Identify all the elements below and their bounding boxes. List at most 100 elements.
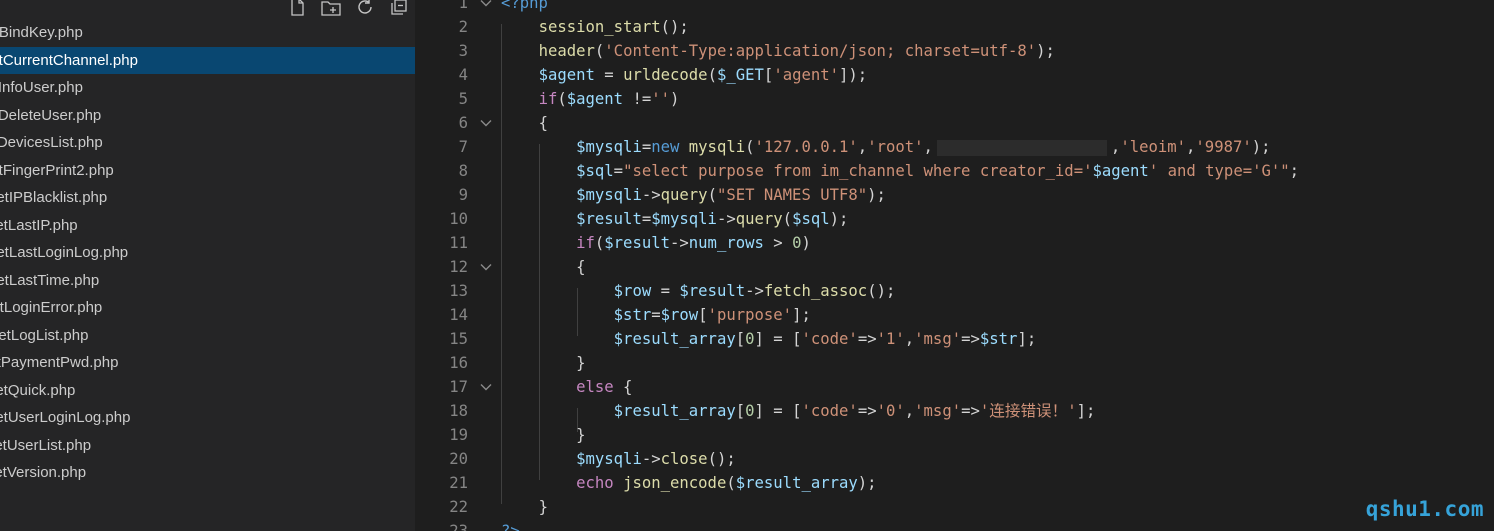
watermark: qshu1.com: [1365, 497, 1484, 521]
code-token: if: [538, 90, 558, 108]
file-name: getLoginError.php: [0, 299, 103, 316]
fold-chevron-icon[interactable]: [479, 375, 493, 399]
file-item[interactable]: getVersion.php: [0, 459, 415, 487]
code-token: $mysqli: [576, 186, 642, 204]
code-token: ->: [745, 282, 764, 300]
collapse-all-icon[interactable]: [387, 0, 411, 18]
file-item[interactable]: getQuick.php: [0, 377, 415, 405]
code-line[interactable]: 15 $result_array[0] = ['code'=>'1','msg'…: [415, 327, 1494, 351]
file-name: getQuick.php: [0, 381, 76, 399]
code-token: $agent: [566, 90, 624, 108]
code-text: $agent = urldecode($_GET['agent']);: [501, 63, 868, 87]
code-token: $_GET: [716, 66, 764, 84]
file-item[interactable]: getLastTime.php: [0, 267, 415, 295]
line-number: 19: [449, 426, 468, 444]
code-token: $result: [576, 210, 642, 228]
code-token: =: [651, 306, 661, 324]
code-token: '127.0.0.1': [754, 138, 858, 156]
line-number: 11: [449, 234, 468, 252]
code-line[interactable]: 9 $mysqli->query("SET NAMES UTF8");: [415, 183, 1494, 207]
code-token: (: [707, 66, 717, 84]
code-token: if: [576, 234, 595, 252]
code-text: }: [501, 495, 548, 519]
file-name: getUserLoginLog.php: [0, 409, 131, 426]
code-token: json_encode: [623, 474, 727, 492]
file-item[interactable]: getDeleteUser.php: [0, 102, 415, 130]
file-name: getUserList.php: [0, 436, 92, 454]
code-text: $mysqli->query("SET NAMES UTF8");: [501, 183, 886, 207]
code-line[interactable]: 12 {: [415, 255, 1494, 279]
code-line[interactable]: 11 if($result->num_rows > 0): [415, 231, 1494, 255]
code-line[interactable]: 2 session_start();: [415, 15, 1494, 39]
code-token: new: [651, 138, 680, 156]
fold-chevron-icon[interactable]: [479, 111, 493, 135]
new-folder-icon[interactable]: [319, 0, 343, 18]
file-item[interactable]: getPaymentPwd.php: [0, 349, 415, 377]
file-item[interactable]: getUserList.php: [0, 432, 415, 460]
file-item[interactable]: getFingerPrint2.php: [0, 157, 415, 185]
code-token: ,: [1186, 138, 1196, 156]
code-token: '9987': [1195, 138, 1252, 156]
code-line[interactable]: 6 {: [415, 111, 1494, 135]
code-line[interactable]: 7 $mysqli=new mysqli('127.0.0.1','root',…: [415, 135, 1494, 159]
file-item[interactable]: getDevicesList.php: [0, 129, 415, 157]
code-token: ;: [1289, 162, 1300, 180]
code-line[interactable]: 17 else {: [415, 375, 1494, 399]
code-token: else: [576, 378, 614, 396]
line-number: 22: [449, 498, 468, 516]
code-line[interactable]: 10 $result=$mysqli->query($sql);: [415, 207, 1494, 231]
file-item[interactable]: getUserLoginLog.php: [0, 404, 415, 432]
code-line[interactable]: 18 $result_array[0] = ['code'=>'0','msg'…: [415, 399, 1494, 423]
code-line[interactable]: 16 }: [415, 351, 1494, 375]
code-token: '1': [876, 330, 905, 348]
code-editor[interactable]: 1 <?php 2 session_start(); 3 header('Conten…: [415, 0, 1494, 531]
code-token: $agent: [538, 66, 595, 84]
code-token: 'msg': [914, 402, 962, 420]
code-line[interactable]: 3 header('Content-Type:application/json;…: [415, 39, 1494, 63]
code-line[interactable]: 23 ?>: [415, 519, 1494, 531]
code-line[interactable]: 14 $str=$row['purpose'];: [415, 303, 1494, 327]
file-item[interactable]: getInfoUser.php: [0, 74, 415, 102]
code-line[interactable]: 22 }: [415, 495, 1494, 519]
file-item[interactable]: getLastIP.php: [0, 212, 415, 240]
new-file-icon[interactable]: [285, 0, 309, 18]
file-item[interactable]: getLoginError.php: [0, 294, 415, 322]
file-name: getLastIP.php: [0, 216, 78, 234]
code-token: ?>: [501, 522, 520, 531]
code-token: (: [557, 90, 567, 108]
line-number: 6: [458, 114, 468, 132]
file-item[interactable]: getBindKey.php: [0, 19, 415, 47]
code-token: (: [594, 234, 605, 252]
fold-chevron-icon[interactable]: [479, 255, 493, 279]
code-token: urldecode: [623, 66, 708, 84]
explorer-toolbar: [285, 0, 411, 18]
code-token: '': [651, 90, 671, 108]
redacted-password: [936, 139, 1107, 156]
refresh-icon[interactable]: [353, 0, 377, 18]
code-text: $mysqli=new mysqli('127.0.0.1','root', ,'…: [501, 135, 1271, 159]
code-text: {: [501, 111, 548, 135]
file-name: getInfoUser.php: [0, 79, 83, 96]
code-line[interactable]: 21 echo json_encode($result_array);: [415, 471, 1494, 495]
code-line[interactable]: 20 $mysqli->close();: [415, 447, 1494, 471]
code-line[interactable]: 4 $agent = urldecode($_GET['agent']);: [415, 63, 1494, 87]
code-line[interactable]: 13 $row = $result->fetch_assoc();: [415, 279, 1494, 303]
code-line[interactable]: 5 if($agent !=''): [415, 87, 1494, 111]
code-token: );: [1251, 138, 1271, 156]
code-line[interactable]: 8 $sql="select purpose from im_channel w…: [415, 159, 1494, 183]
code-line[interactable]: 1 <?php: [415, 0, 1494, 15]
file-name: getDeleteUser.php: [0, 106, 102, 124]
file-item[interactable]: getIPBlacklist.php: [0, 184, 415, 212]
code-token: ->: [716, 210, 736, 228]
code-text: $str=$row['purpose'];: [501, 303, 811, 327]
line-number: 8: [458, 162, 468, 180]
code-text: session_start();: [501, 15, 689, 39]
file-item[interactable]: getLastLoginLog.php: [0, 239, 415, 267]
line-number: 16: [449, 354, 468, 372]
code-text: $row = $result->fetch_assoc();: [501, 279, 896, 303]
fold-chevron-icon[interactable]: [479, 0, 493, 15]
code-line[interactable]: 19 }: [415, 423, 1494, 447]
file-item[interactable]: getLogList.php: [0, 322, 415, 350]
code-token: '0': [876, 402, 905, 420]
file-item[interactable]: getCurrentChannel.php: [0, 46, 415, 74]
